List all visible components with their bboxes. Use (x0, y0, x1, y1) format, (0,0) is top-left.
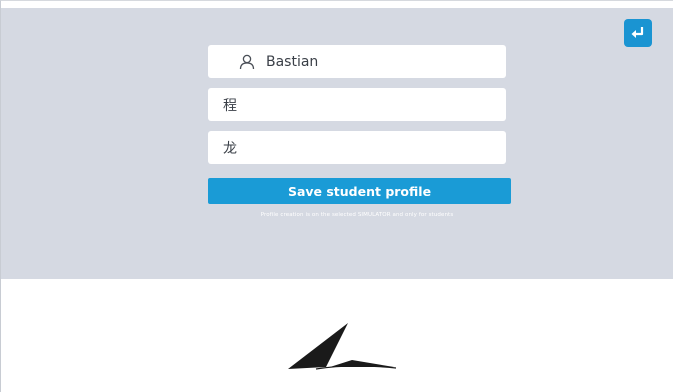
surname-input[interactable] (223, 88, 506, 121)
given-name-input[interactable] (223, 131, 506, 164)
profile-hint-text: Profile creation is on the selected SIMU… (260, 212, 454, 218)
back-button[interactable] (624, 19, 652, 47)
first-name-input[interactable] (239, 45, 506, 78)
user-icon (239, 54, 255, 70)
save-student-profile-button[interactable]: Save student profile (208, 178, 511, 204)
surname-field[interactable] (208, 88, 506, 121)
profile-form-panel: Save student profile Profile creation is… (1, 8, 673, 279)
given-name-field[interactable] (208, 131, 506, 164)
first-name-field[interactable] (208, 45, 506, 78)
return-arrow-icon (631, 27, 644, 38)
brand-logo (286, 320, 398, 372)
